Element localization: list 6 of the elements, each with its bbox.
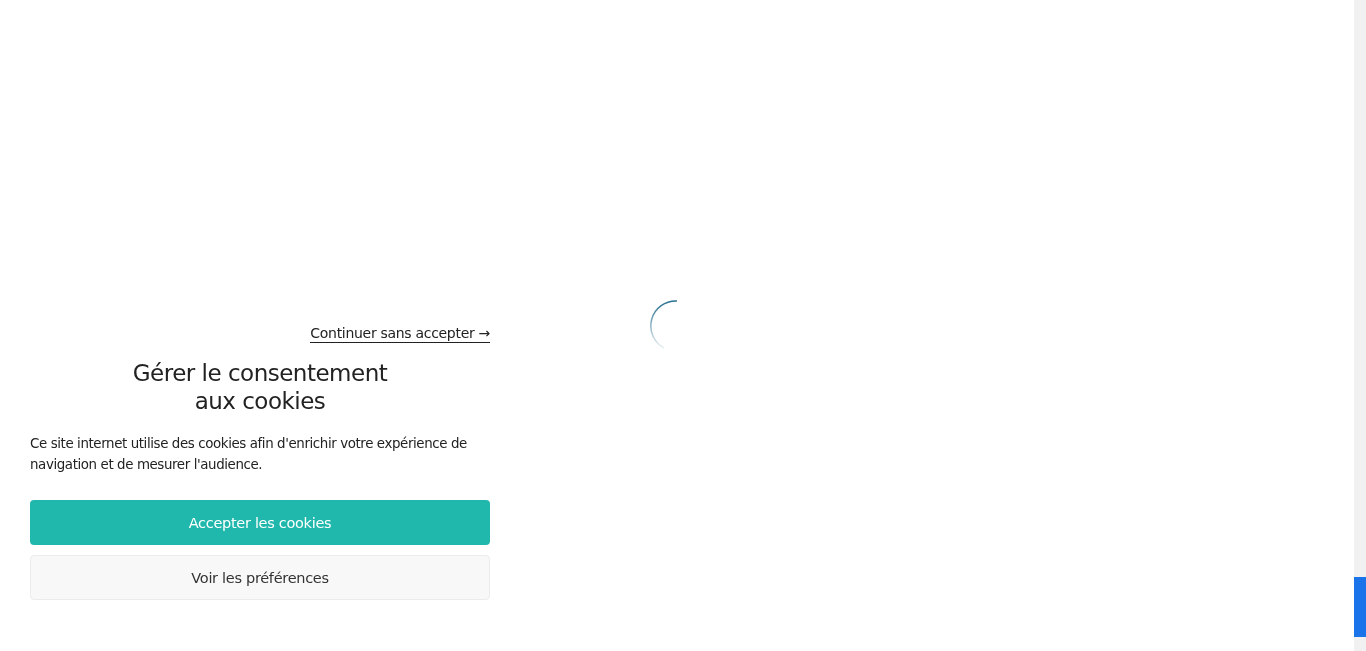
loading-spinner-icon [650,300,678,350]
consent-title: Gérer le consentement aux cookies [131,359,389,415]
recaptcha-badge[interactable] [1354,577,1366,637]
preferences-button[interactable]: Voir les préférences [30,555,490,600]
consent-description: Ce site internet utilise des cookies afin d'enrichir votre expérience de navigation et de mesurer l'audience. [30,435,468,474]
continue-without-accepting-link[interactable]: Continuer sans accepter → [310,324,490,343]
